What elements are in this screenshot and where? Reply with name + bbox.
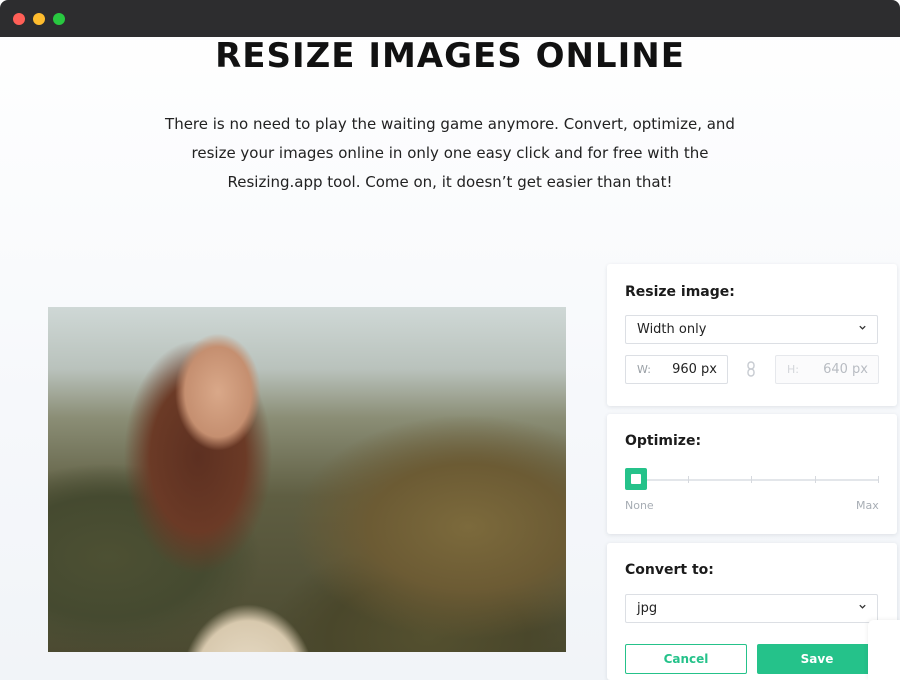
minimize-window-button[interactable] <box>33 13 45 25</box>
page-description: There is no need to play the waiting gam… <box>165 115 735 191</box>
slider-tick <box>751 476 752 483</box>
optimize-panel: Optimize: <box>607 414 897 534</box>
slider-tick <box>815 476 816 483</box>
width-value: 960 px <box>672 362 717 377</box>
save-button[interactable]: Save <box>757 644 877 674</box>
width-input[interactable]: W: 960 px <box>625 355 728 384</box>
resize-label: Resize image: <box>625 284 735 300</box>
resize-mode-select[interactable]: Width only <box>625 315 878 344</box>
optimize-label: Optimize: <box>625 433 702 449</box>
page-title: RESIZE IMAGES ONLINE <box>215 36 685 76</box>
height-prefix: H: <box>787 363 799 376</box>
slider-tick <box>878 476 879 483</box>
window-titlebar <box>0 0 900 37</box>
slider-tick <box>688 476 689 483</box>
app-window: RESIZE IMAGES ONLINE There is no need to… <box>0 0 900 680</box>
link-icon[interactable] <box>745 361 757 377</box>
optimize-min-label: None <box>625 499 654 512</box>
resize-panel: Resize image: Width only <box>607 264 897 406</box>
close-window-button[interactable] <box>13 13 25 25</box>
height-value: 640 px <box>823 362 868 377</box>
convert-format-value: jpg <box>637 601 658 616</box>
width-prefix: W: <box>637 363 651 376</box>
convert-format-select[interactable]: jpg <box>625 594 878 623</box>
resize-mode-value: Width only <box>637 322 707 337</box>
height-input[interactable]: H: 640 px <box>775 355 879 384</box>
maximize-window-button[interactable] <box>53 13 65 25</box>
cancel-button[interactable]: Cancel <box>625 644 747 674</box>
optimize-max-label: Max <box>856 499 879 512</box>
optimize-slider-handle[interactable] <box>625 468 647 490</box>
chevron-down-icon <box>859 325 866 330</box>
chevron-down-icon <box>859 604 866 609</box>
uploaded-image-preview <box>48 307 566 652</box>
floating-widget <box>868 620 900 680</box>
convert-label: Convert to: <box>625 562 714 578</box>
optimize-slider-track[interactable] <box>625 479 879 481</box>
